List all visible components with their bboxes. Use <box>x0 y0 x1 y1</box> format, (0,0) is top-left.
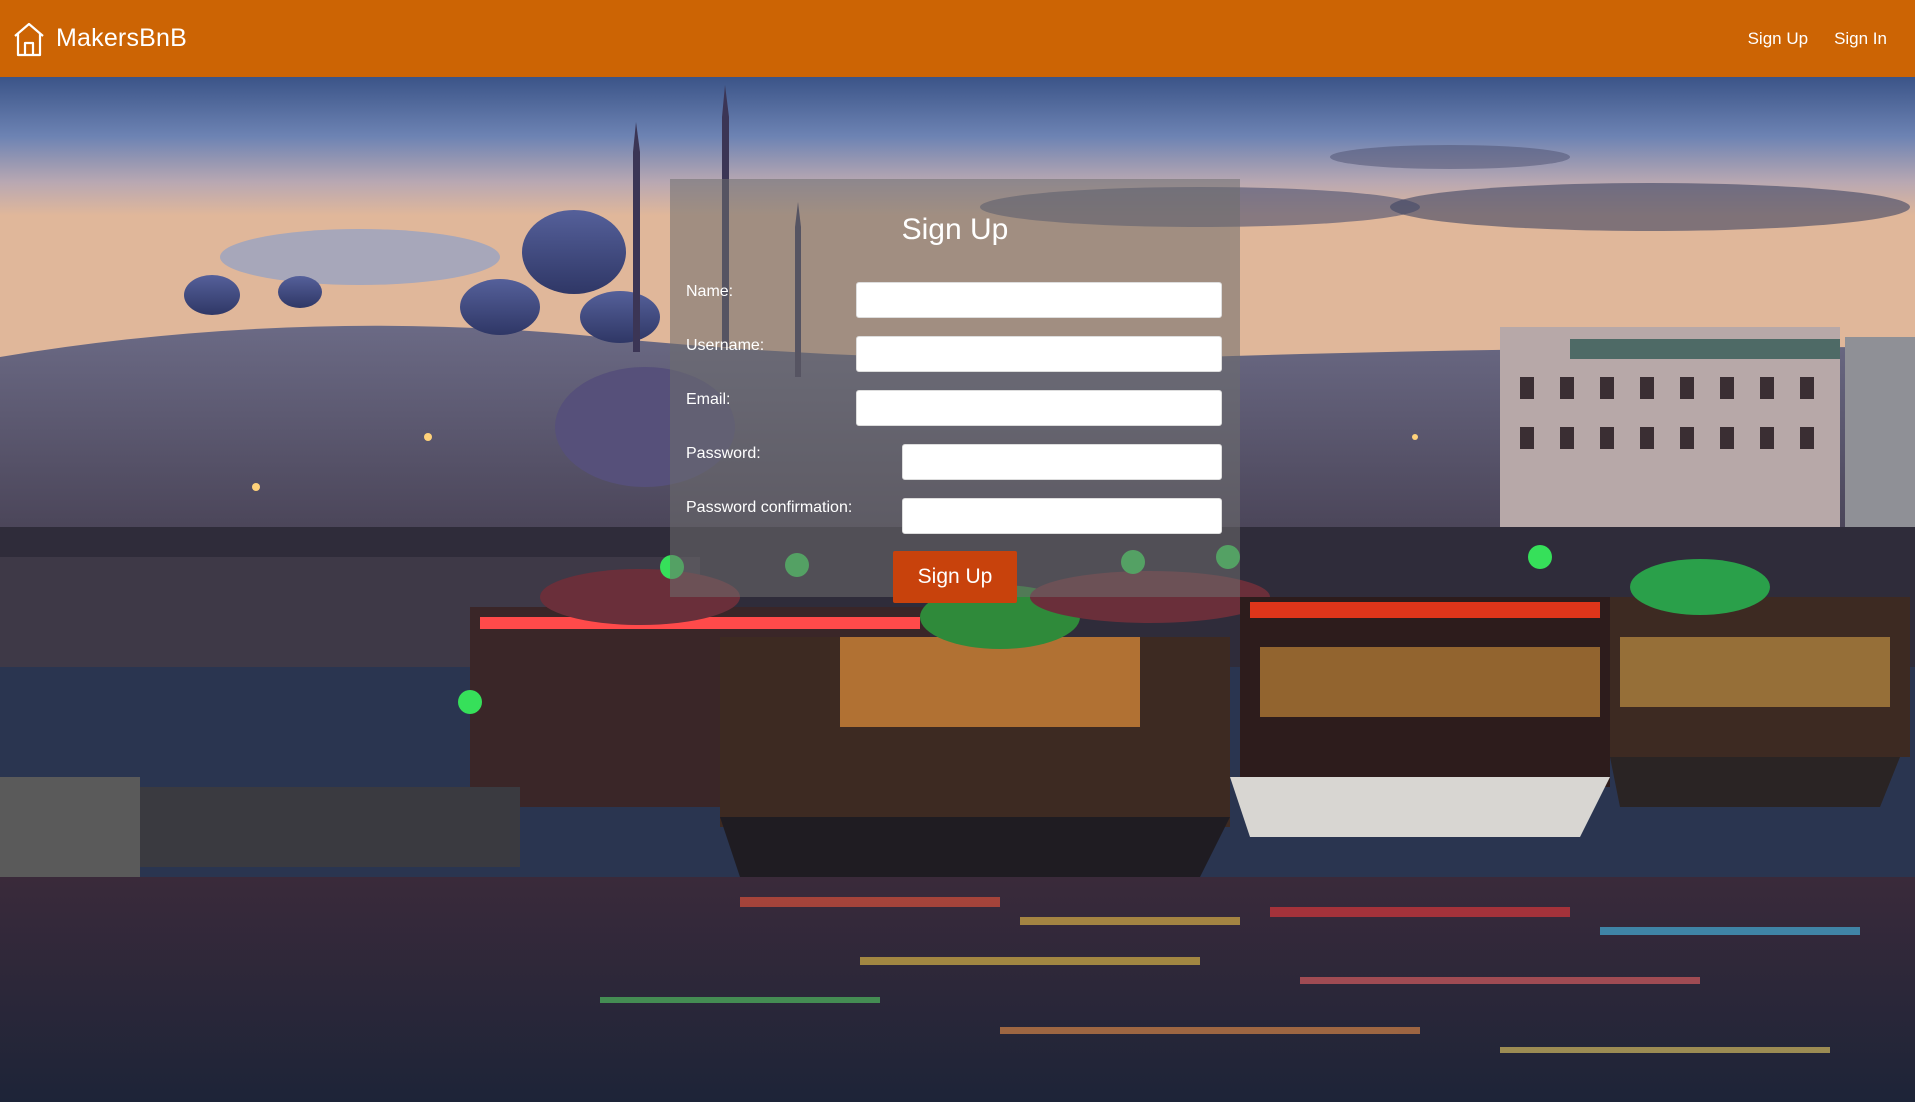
top-navbar: MakersBnB Sign Up Sign In <box>0 0 1915 77</box>
nav-links: Sign Up Sign In <box>1748 29 1887 49</box>
sign-up-form: Sign Up Name: Username: Email: Password:… <box>670 179 1240 603</box>
brand-name: MakersBnB <box>56 24 188 52</box>
email-input[interactable] <box>856 390 1222 426</box>
brand-link[interactable]: MakersBnB <box>12 21 187 57</box>
password-confirmation-label: Password confirmation: <box>686 499 853 516</box>
nav-sign-in-link[interactable]: Sign In <box>1834 29 1887 49</box>
form-title: Sign Up <box>901 213 1009 246</box>
username-input[interactable] <box>856 336 1222 372</box>
house-icon <box>12 21 46 57</box>
email-label: Email: <box>686 391 731 408</box>
name-label: Name: <box>686 283 734 300</box>
nav-sign-up-link[interactable]: Sign Up <box>1748 29 1808 49</box>
password-confirmation-input[interactable] <box>902 498 1222 534</box>
name-input[interactable] <box>856 282 1222 318</box>
password-input[interactable] <box>902 444 1222 480</box>
password-label: Password: <box>686 445 761 462</box>
username-label: Username: <box>686 337 765 354</box>
sign-up-submit-button[interactable]: Sign Up <box>893 551 1017 603</box>
